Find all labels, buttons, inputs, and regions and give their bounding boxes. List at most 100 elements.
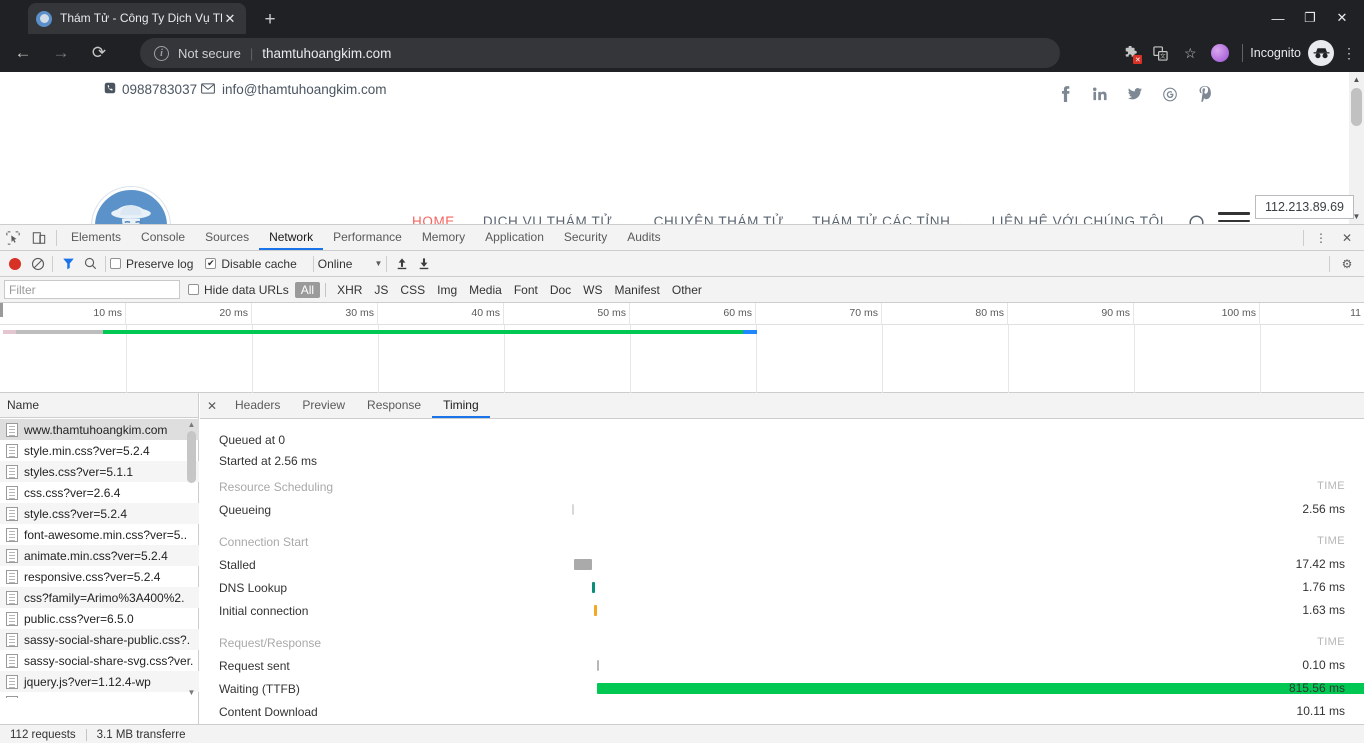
filter-type-css[interactable]: CSS <box>394 282 431 298</box>
site-search-icon[interactable] <box>1188 214 1208 224</box>
incognito-icon[interactable] <box>1308 40 1334 66</box>
hide-data-urls-checkbox[interactable]: Hide data URLs <box>188 283 289 297</box>
bookmark-star-icon[interactable]: ☆ <box>1175 39 1205 67</box>
search-icon[interactable] <box>79 257 101 270</box>
filter-type-other[interactable]: Other <box>666 282 708 298</box>
site-logo[interactable] <box>92 187 170 224</box>
disable-cache-checkbox[interactable]: ✔ Disable cache <box>205 257 297 271</box>
detail-close-icon[interactable]: ✕ <box>200 393 224 418</box>
clear-icon[interactable] <box>28 254 48 274</box>
tab-elements[interactable]: Elements <box>61 225 131 250</box>
devtools-more-icon[interactable]: ⋮ <box>1308 225 1334 250</box>
window-minimize-button[interactable]: — <box>1262 7 1294 29</box>
table-row[interactable]: www.thamtuhoangkim.com <box>0 419 199 440</box>
name-column-header[interactable]: Name <box>0 393 198 418</box>
nav-item-home[interactable]: HOME <box>398 214 469 224</box>
tab-close-icon[interactable]: ✕ <box>222 11 238 27</box>
filter-icon[interactable] <box>57 257 79 270</box>
new-tab-button[interactable]: + <box>256 8 284 32</box>
back-icon[interactable]: ← <box>8 38 38 68</box>
scroll-down-icon[interactable]: ▼ <box>186 687 197 698</box>
scrollbar-thumb[interactable] <box>187 431 196 483</box>
scrollbar-thumb[interactable] <box>1351 88 1362 126</box>
network-overview[interactable] <box>0 325 1364 393</box>
filter-type-xhr[interactable]: XHR <box>331 282 368 298</box>
table-row[interactable]: animate.min.css?ver=5.2.4 <box>0 545 199 566</box>
export-har-icon[interactable] <box>413 257 435 270</box>
extension-icon[interactable]: ✕ <box>1115 39 1145 67</box>
nav-item-dich-vu-tham-tu[interactable]: DỊCH VỤ THÁM TỬ ⌄ <box>469 214 640 224</box>
detail-tab-preview[interactable]: Preview <box>291 393 356 418</box>
record-button[interactable] <box>9 257 21 270</box>
table-row[interactable]: styles.css?ver=5.1.1 <box>0 461 199 482</box>
filter-type-img[interactable]: Img <box>431 282 463 298</box>
throttling-select[interactable]: Online ▼ <box>318 257 383 271</box>
tab-memory[interactable]: Memory <box>412 225 475 250</box>
filter-type-doc[interactable]: Doc <box>544 282 577 298</box>
site-hamburger-icon[interactable] <box>1218 212 1250 224</box>
table-row[interactable]: public.css?ver=6.5.0 <box>0 608 199 629</box>
reload-icon[interactable]: ⟳ <box>84 38 114 68</box>
detail-tab-response[interactable]: Response <box>356 393 432 418</box>
linkedin-icon[interactable] <box>1093 86 1107 102</box>
browser-tab[interactable]: Thám Tử - Công Ty Dịch Vụ Thá ✕ <box>28 3 246 34</box>
request-list-scrollbar[interactable]: ▲ ▼ <box>186 419 197 698</box>
table-row[interactable]: css.css?ver=2.6.4 <box>0 482 199 503</box>
nav-item-chuyen-tham-tu[interactable]: CHUYÊN THÁM TỬ <box>640 214 798 224</box>
window-close-button[interactable]: ✕ <box>1326 7 1358 29</box>
table-row[interactable]: style.min.css?ver=5.2.4 <box>0 440 199 461</box>
tab-performance[interactable]: Performance <box>323 225 412 250</box>
twitter-icon[interactable] <box>1128 86 1142 102</box>
disable-cache-checkbox-box[interactable]: ✔ <box>205 258 217 269</box>
facebook-icon[interactable] <box>1058 86 1072 102</box>
site-phone[interactable]: 0988783037 <box>104 82 197 97</box>
devtools-close-icon[interactable]: ✕ <box>1334 225 1360 250</box>
hide-data-urls-checkbox-box[interactable] <box>188 284 199 295</box>
pinterest-icon[interactable] <box>1198 86 1212 102</box>
filter-type-font[interactable]: Font <box>508 282 544 298</box>
preserve-log-checkbox[interactable]: Preserve log <box>110 257 193 271</box>
detail-tab-headers[interactable]: Headers <box>224 393 291 418</box>
address-bar[interactable]: i Not secure | thamtuhoangkim.com <box>140 38 1060 68</box>
gear-icon[interactable]: ⚙ <box>1334 251 1360 276</box>
tab-network[interactable]: Network <box>259 225 323 250</box>
tab-security[interactable]: Security <box>554 225 617 250</box>
table-row[interactable]: css?family=Arimo%3A400%2. <box>0 587 199 608</box>
window-maximize-button[interactable]: ❐ <box>1294 7 1326 29</box>
nav-item-tham-tu-cac-tinh[interactable]: THÁM TỬ CÁC TỈNH ⌄ <box>798 214 978 224</box>
translate-icon[interactable]: 文 <box>1145 39 1175 67</box>
filter-type-manifest[interactable]: Manifest <box>609 282 666 298</box>
profile-avatar[interactable] <box>1205 39 1235 67</box>
scroll-up-icon[interactable]: ▲ <box>1349 72 1364 87</box>
site-email[interactable]: info@thamtuhoangkim.com <box>201 82 387 97</box>
googleplus-icon[interactable] <box>1163 86 1177 102</box>
request-list[interactable]: www.thamtuhoangkim.com style.min.css?ver… <box>0 419 199 698</box>
filter-type-js[interactable]: JS <box>368 282 394 298</box>
filter-type-media[interactable]: Media <box>463 282 508 298</box>
forward-icon[interactable]: → <box>46 38 76 68</box>
detail-tab-timing[interactable]: Timing <box>432 393 490 418</box>
tab-sources[interactable]: Sources <box>195 225 259 250</box>
timeline-ruler[interactable]: 10 ms 20 ms 30 ms 40 ms 50 ms 60 ms 70 m… <box>0 303 1364 325</box>
table-row[interactable]: jquery-migrate.min.js?ver=1.4 <box>0 692 199 698</box>
table-row[interactable]: font-awesome.min.css?ver=5.. <box>0 524 199 545</box>
info-circle-icon[interactable]: i <box>154 45 169 61</box>
import-har-icon[interactable] <box>391 257 413 270</box>
browser-menu-icon[interactable]: ⋮ <box>1334 39 1364 67</box>
table-row[interactable]: jquery.js?ver=1.12.4-wp <box>0 671 199 692</box>
preserve-log-checkbox-box[interactable] <box>110 258 121 269</box>
table-row[interactable]: style.css?ver=5.2.4 <box>0 503 199 524</box>
inspect-element-icon[interactable] <box>0 225 26 250</box>
scroll-up-icon[interactable]: ▲ <box>186 419 197 430</box>
tab-audits[interactable]: Audits <box>617 225 670 250</box>
device-toolbar-icon[interactable] <box>26 225 52 250</box>
tab-console[interactable]: Console <box>131 225 195 250</box>
filter-type-ws[interactable]: WS <box>577 282 608 298</box>
filter-type-all[interactable]: All <box>294 281 321 298</box>
nav-item-lien-he[interactable]: LIÊN HỆ VỚI CHÚNG TÔI <box>978 214 1178 224</box>
filter-input[interactable]: Filter <box>4 280 180 299</box>
tab-application[interactable]: Application <box>475 225 554 250</box>
table-row[interactable]: responsive.css?ver=5.2.4 <box>0 566 199 587</box>
table-row[interactable]: sassy-social-share-public.css?. <box>0 629 199 650</box>
table-row[interactable]: sassy-social-share-svg.css?ver. <box>0 650 199 671</box>
